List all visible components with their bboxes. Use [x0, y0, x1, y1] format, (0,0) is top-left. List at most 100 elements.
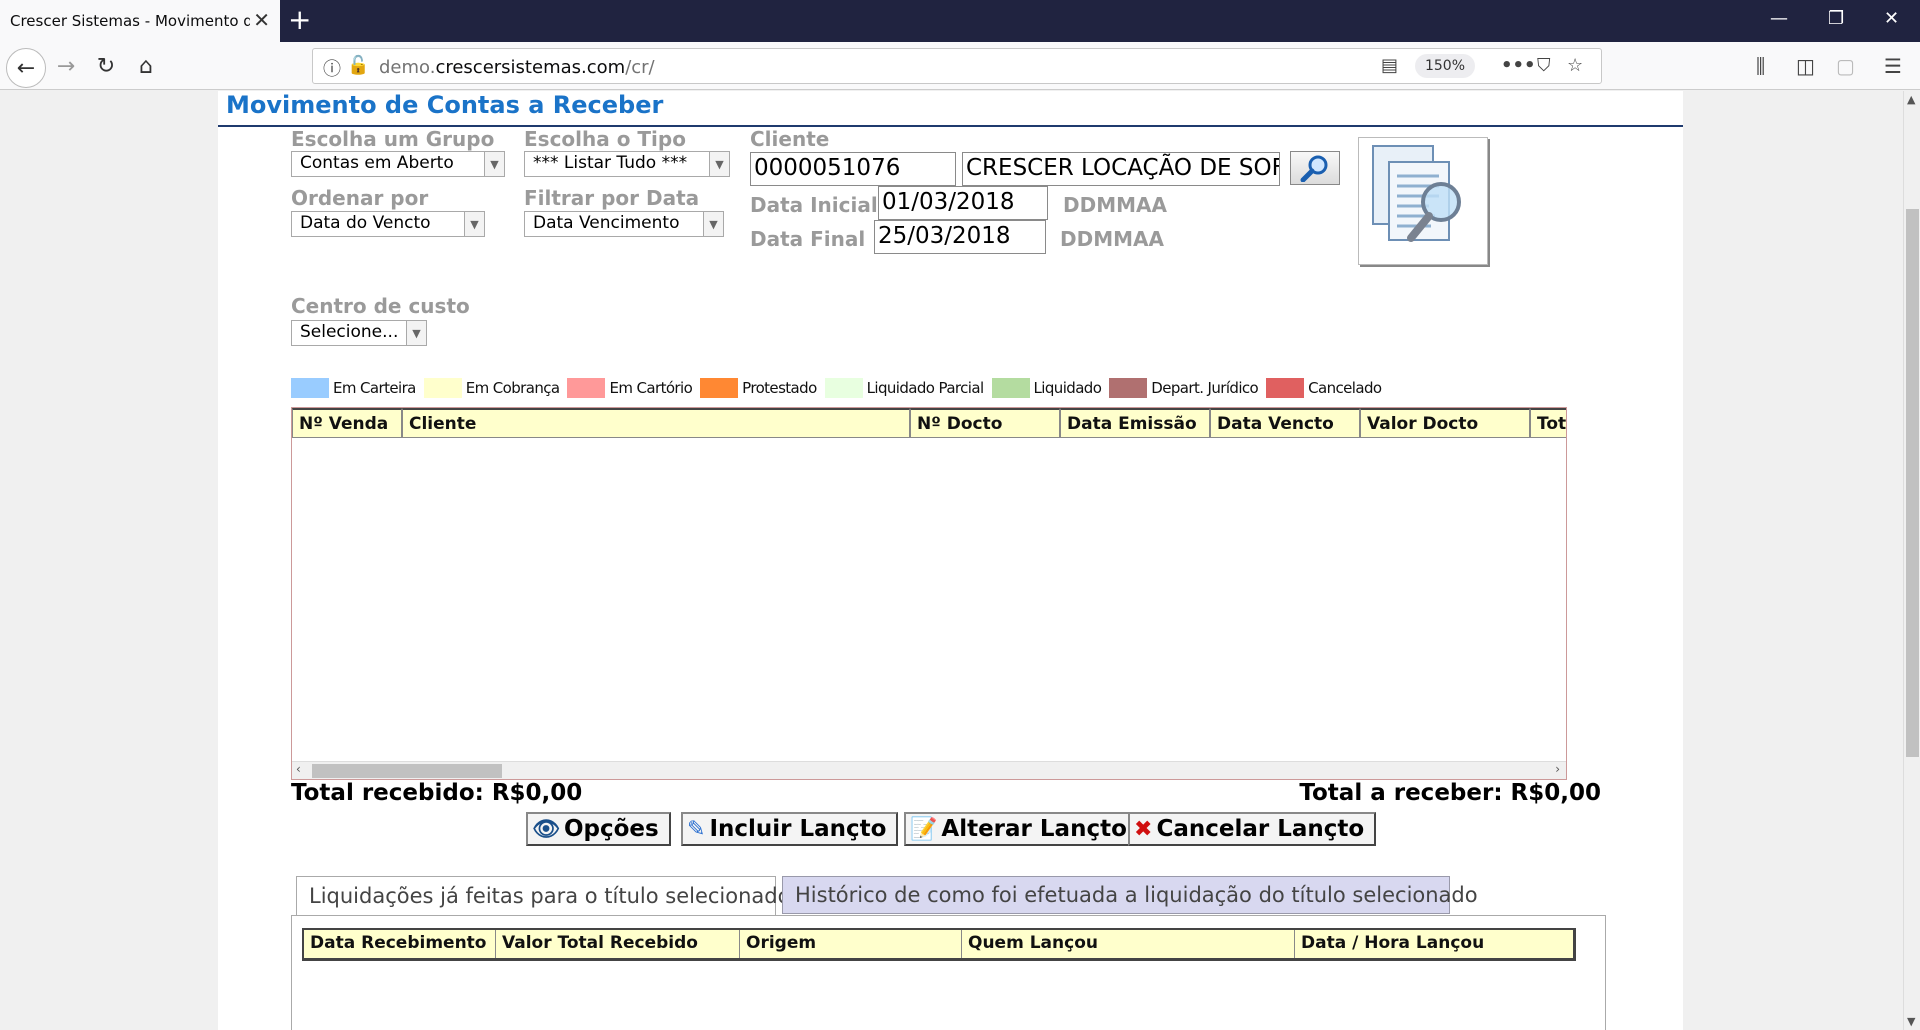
total-a-receber: Total a receber: R$0,00	[1299, 780, 1601, 806]
legend-item: Liquidado Parcial	[824, 378, 984, 398]
chevron-down-icon: ▼	[709, 152, 729, 176]
col-header-valor[interactable]: Valor Docto	[1360, 408, 1530, 438]
eye-icon: 👁	[532, 816, 560, 842]
restore-icon[interactable]: ❐	[1828, 8, 1844, 29]
col-header-venda[interactable]: Nº Venda	[292, 408, 402, 438]
cancel-x-icon: ✖	[1134, 816, 1153, 842]
col-header-data-hora[interactable]: Data / Hora Lançou	[1295, 930, 1573, 958]
centro-select-value: Selecione...	[300, 322, 399, 342]
legend-swatch	[567, 378, 606, 398]
page-viewport: Movimento de Contas a Receber Escolha um…	[0, 91, 1903, 1030]
legend-item: Em Carteira	[291, 378, 416, 398]
chevron-down-icon: ▼	[464, 212, 484, 236]
legend-swatch	[700, 378, 739, 398]
minimize-icon[interactable]: —	[1770, 8, 1788, 29]
scroll-left-icon[interactable]: ‹	[296, 762, 301, 776]
chevron-down-icon: ▼	[406, 321, 426, 345]
grid-horizontal-scrollbar[interactable]: ‹ ›	[292, 761, 1566, 779]
tipo-select-value: *** Listar Tudo ***	[533, 153, 688, 173]
more-actions-icon[interactable]: •••	[1501, 55, 1536, 76]
legend-swatch	[991, 378, 1030, 398]
col-header-origem[interactable]: Origem	[740, 930, 962, 958]
tipo-select[interactable]: *** Listar Tudo *** ▼	[524, 151, 730, 177]
grid-header: Nº Venda Cliente Nº Docto Data Emissão D…	[292, 408, 1566, 438]
legend-item: Em Cobrança	[423, 378, 560, 398]
zoom-level[interactable]: 150%	[1415, 54, 1475, 78]
col-header-valor-recebido[interactable]: Valor Total Recebido	[496, 930, 740, 958]
edit-note-icon: 📝	[910, 816, 938, 842]
data-final-label: Data Final	[750, 227, 866, 251]
cliente-code-input[interactable]: 0000051076	[750, 152, 956, 186]
page-scroll-thumb[interactable]	[1906, 209, 1919, 757]
close-tab-icon[interactable]: ✕	[253, 10, 270, 30]
home-icon[interactable]: ⌂	[130, 50, 162, 82]
legend-item: Cancelado	[1266, 378, 1382, 398]
alterar-button[interactable]: 📝 Alterar Lançto	[904, 812, 1139, 846]
centro-label: Centro de custo	[291, 294, 470, 318]
reader-view-icon[interactable]: ▤	[1381, 55, 1398, 76]
back-arrow-icon[interactable]: ←	[6, 48, 46, 88]
filtrar-label: Filtrar por Data	[524, 186, 700, 210]
insecure-lock-icon[interactable]: 🔓	[347, 55, 369, 76]
filtrar-select[interactable]: Data Vencimento ▼	[524, 211, 724, 237]
liquidacoes-panel: Data Recebimento Valor Total Recebido Or…	[291, 915, 1606, 1030]
site-info-icon[interactable]: ⓘ	[323, 55, 341, 81]
col-header-emissao[interactable]: Data Emissão	[1060, 408, 1210, 438]
status-legend: Em Carteira Em Cobrança Em Cartório Prot…	[291, 377, 1389, 399]
sidebar-icon[interactable]: ◫	[1796, 54, 1815, 78]
menu-icon[interactable]: ☰	[1884, 54, 1902, 78]
reload-icon[interactable]: ↻	[90, 50, 122, 82]
chevron-down-icon: ▼	[484, 152, 504, 176]
close-window-icon[interactable]: ✕	[1884, 8, 1899, 29]
cancelar-button[interactable]: ✖ Cancelar Lançto	[1128, 812, 1377, 846]
bookmark-star-icon[interactable]: ☆	[1567, 55, 1583, 76]
legend-swatch	[1109, 378, 1148, 398]
legend-item: Protestado	[700, 378, 817, 398]
data-final-hint: DDMMAA	[1060, 227, 1164, 251]
col-header-total[interactable]: Total	[1530, 408, 1566, 438]
ordenar-select-value: Data do Vencto	[300, 213, 431, 233]
scroll-right-icon[interactable]: ›	[1555, 762, 1560, 776]
scroll-up-icon[interactable]: ▲	[1907, 93, 1915, 106]
col-header-data-recebimento[interactable]: Data Recebimento	[304, 930, 496, 958]
browser-tab-active[interactable]: Crescer Sistemas - Movimento de C ✕	[0, 0, 280, 42]
incluir-button[interactable]: ✎ Incluir Lançto	[681, 812, 899, 846]
grupo-label: Escolha um Grupo	[291, 127, 495, 151]
cliente-name-input[interactable]: CRESCER LOCAÇÃO DE SOF	[962, 152, 1280, 186]
opcoes-button[interactable]: 👁 Opções	[526, 812, 671, 846]
data-final-input[interactable]: 25/03/2018	[874, 220, 1046, 254]
legend-item: Liquidado	[991, 378, 1102, 398]
ordenar-select[interactable]: Data do Vencto ▼	[291, 211, 485, 237]
col-header-quem-lancou[interactable]: Quem Lançou	[962, 930, 1295, 958]
col-header-docto[interactable]: Nº Docto	[910, 408, 1060, 438]
grupo-select-value: Contas em Aberto	[300, 153, 454, 173]
forward-arrow-icon[interactable]: →	[50, 50, 82, 82]
pencil-add-icon: ✎	[687, 816, 706, 842]
data-inicial-input[interactable]: 01/03/2018	[878, 186, 1048, 220]
search-documents-icon[interactable]	[1358, 137, 1488, 265]
extension-icon[interactable]: ▢	[1836, 54, 1855, 78]
url-text: demo.crescersistemas.com/cr/	[379, 57, 655, 78]
grid-scroll-thumb[interactable]	[312, 764, 502, 778]
tab-historico[interactable]: Histórico de como foi efetuada a liquida…	[782, 876, 1478, 914]
legend-swatch	[291, 378, 329, 398]
contas-grid[interactable]: Nº Venda Cliente Nº Docto Data Emissão D…	[291, 407, 1567, 780]
tab-liquidacoes[interactable]: Liquidações já feitas para o título sele…	[296, 876, 790, 916]
col-header-cliente[interactable]: Cliente	[402, 408, 910, 438]
chevron-down-icon: ▼	[703, 212, 723, 236]
legend-item: Depart. Jurídico	[1109, 378, 1259, 398]
new-tab-icon[interactable]: +	[288, 6, 311, 34]
url-bar[interactable]: ⓘ 🔓 demo.crescersistemas.com/cr/ ▤ 150% …	[312, 48, 1602, 84]
page-vertical-scrollbar[interactable]: ▲ ▼	[1903, 91, 1920, 1030]
total-recebido: Total recebido: R$0,00	[291, 780, 583, 806]
library-icon[interactable]: ⫼	[1756, 54, 1765, 78]
pocket-icon[interactable]: ⛉	[1537, 55, 1551, 76]
grupo-select[interactable]: Contas em Aberto ▼	[291, 151, 505, 177]
centro-select[interactable]: Selecione... ▼	[291, 320, 427, 346]
col-header-vencto[interactable]: Data Vencto	[1210, 408, 1360, 438]
scroll-down-icon[interactable]: ▼	[1907, 1015, 1915, 1028]
legend-item: Em Cartório	[567, 378, 693, 398]
search-cliente-button[interactable]	[1290, 151, 1340, 185]
page-content: Movimento de Contas a Receber Escolha um…	[218, 91, 1683, 1030]
legend-swatch	[1266, 378, 1305, 398]
